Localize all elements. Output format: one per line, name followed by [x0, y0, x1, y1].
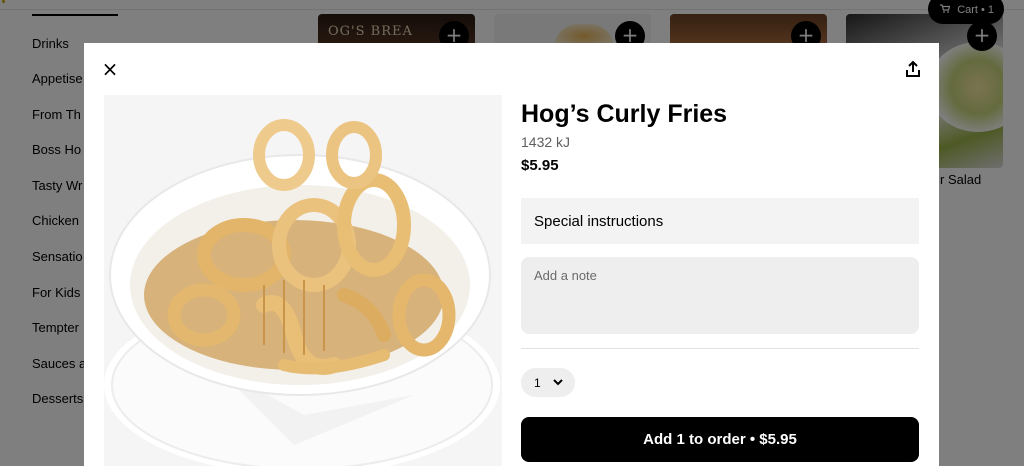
- note-field[interactable]: [521, 257, 919, 334]
- divider: [521, 348, 919, 349]
- close-icon[interactable]: ×: [100, 59, 120, 79]
- special-instructions-header: Special instructions: [521, 198, 919, 244]
- share-icon[interactable]: [903, 59, 923, 79]
- item-detail-modal: × Hog’s Curly Fries 1432 kJ $5.95 Specia…: [84, 43, 939, 466]
- quantity-select[interactable]: 1: [521, 368, 575, 397]
- quantity-value: 1: [534, 376, 541, 390]
- add-to-order-button[interactable]: Add 1 to order • $5.95: [521, 417, 919, 462]
- item-energy: 1432 kJ: [521, 134, 571, 150]
- chevron-down-icon: [552, 375, 564, 389]
- item-price: $5.95: [521, 157, 559, 174]
- item-photo: [104, 95, 502, 466]
- item-title: Hog’s Curly Fries: [521, 100, 728, 128]
